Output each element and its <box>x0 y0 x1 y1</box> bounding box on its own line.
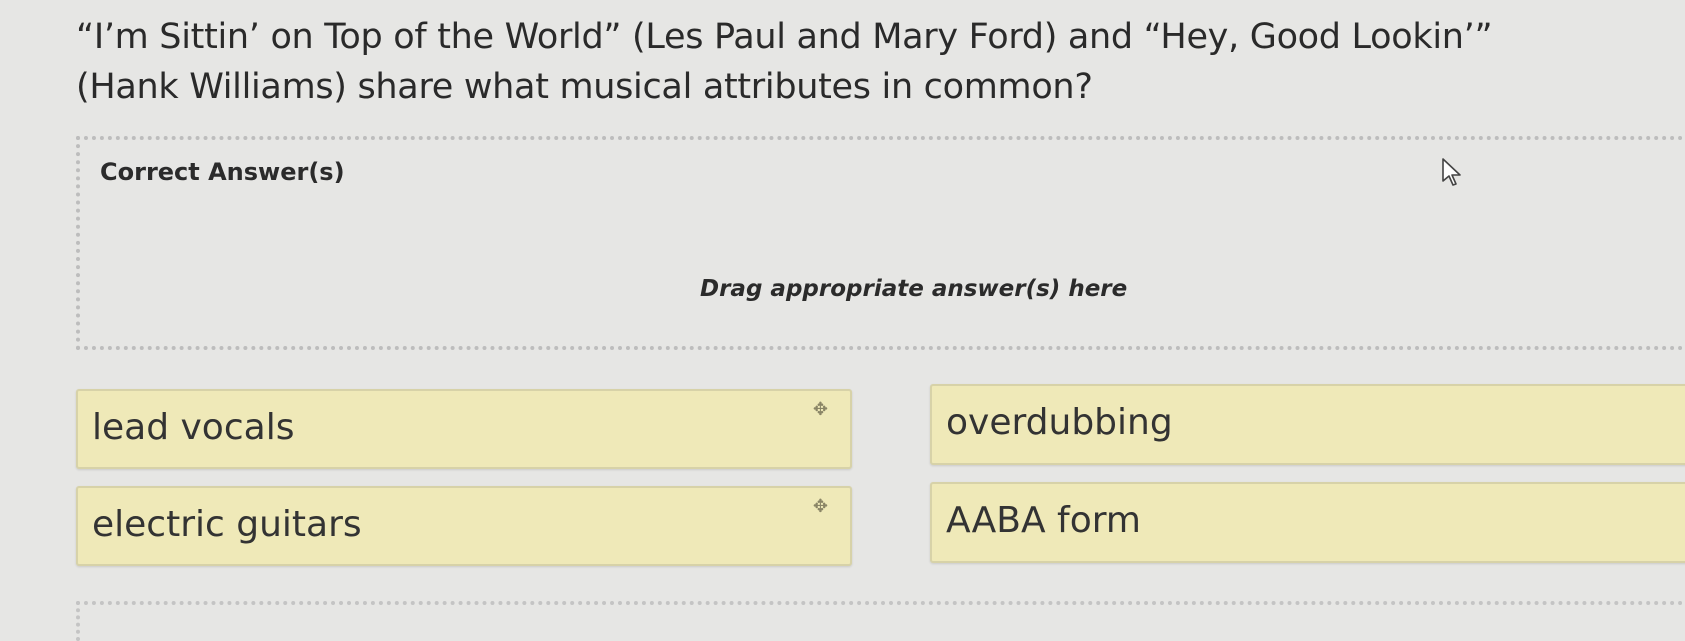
next-dropzone <box>76 601 1685 641</box>
question-text: “I’m Sittin’ on Top of the World” (Les P… <box>76 17 1493 107</box>
answer-label: AABA form <box>946 500 1141 541</box>
mouse-pointer-icon <box>1442 158 1461 186</box>
dropzone-hint: Drag appropriate answer(s) here <box>700 276 1128 302</box>
dropzone-label: Correct Answer(s) <box>100 158 345 186</box>
move-icon[interactable]: ✥ <box>813 496 828 517</box>
answer-label: overdubbing <box>946 402 1173 443</box>
answer-card-aaba-form[interactable]: AABA form <box>930 482 1685 563</box>
answer-label: lead vocals <box>92 407 295 448</box>
answer-card-electric-guitars[interactable]: electric guitars ✥ <box>76 486 852 566</box>
answer-card-lead-vocals[interactable]: lead vocals ✥ <box>76 389 852 469</box>
answer-card-overdubbing[interactable]: overdubbing <box>930 384 1685 465</box>
answer-label: electric guitars <box>92 504 362 545</box>
move-icon[interactable]: ✥ <box>813 399 828 420</box>
